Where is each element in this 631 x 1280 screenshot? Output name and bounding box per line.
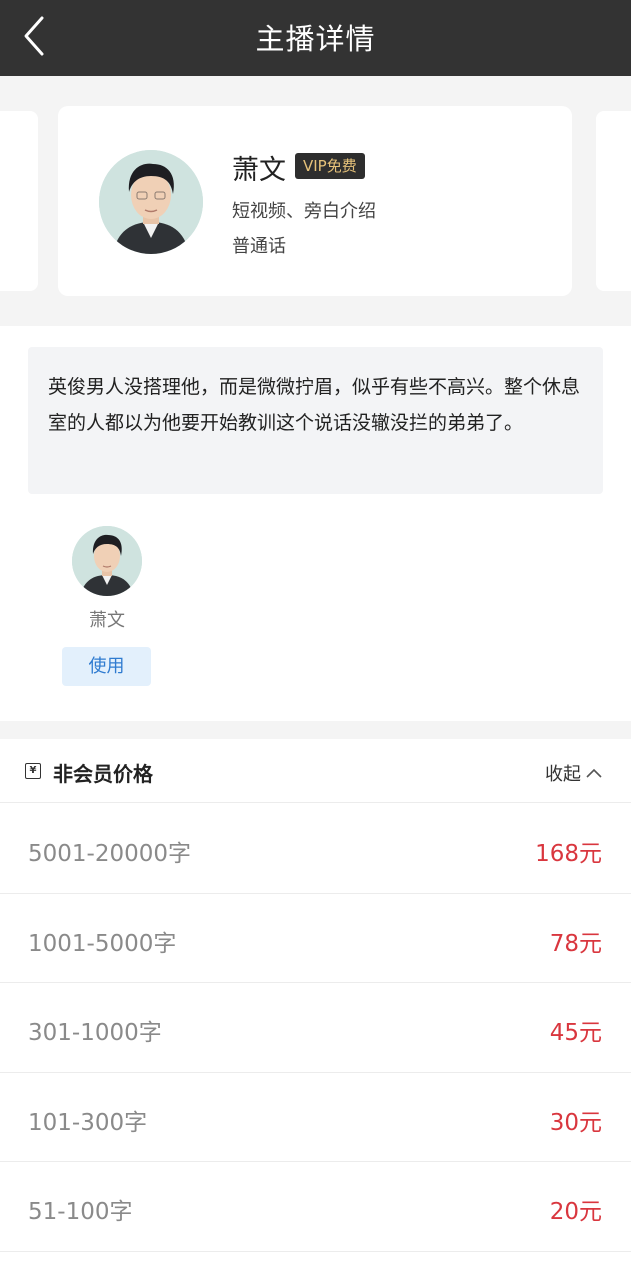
anchor-name: 萧文: [232, 155, 286, 186]
anchor-card: 萧文 VIP免费 短视频、旁白介绍 普通话: [58, 106, 572, 296]
yen-icon: ¥: [25, 763, 41, 779]
anchor-portrait-image: [99, 150, 203, 254]
voice-name: 萧文: [89, 610, 125, 631]
price-row: 101-300字 30元: [0, 1073, 631, 1162]
price-row: 5001-20000字 168元: [0, 804, 631, 894]
chevron-up-icon: [586, 768, 602, 778]
previous-anchor-card[interactable]: [0, 111, 38, 291]
word-range: 1001-5000字: [28, 930, 177, 957]
word-range: 5001-20000字: [28, 841, 191, 867]
collapse-button[interactable]: 收起: [545, 760, 603, 786]
voice-avatar: [72, 526, 142, 596]
price-value: 30元: [549, 1109, 602, 1136]
sample-text: 英俊男人没搭理他，而是微微拧眉，似乎有些不高兴。整个休息室的人都以为他要开始教训…: [28, 347, 603, 494]
anchor-tags: 短视频、旁白介绍: [232, 201, 376, 222]
word-range: 51-100字: [28, 1199, 133, 1225]
price-list: 5001-20000字 168元 1001-5000字 78元 301-1000…: [0, 804, 631, 1252]
price-value: 78元: [549, 930, 602, 957]
price-section-title: 非会员价格: [53, 762, 153, 786]
vip-badge: VIP免费: [295, 153, 365, 179]
price-value: 20元: [549, 1199, 602, 1225]
price-row: 51-100字 20元: [0, 1162, 631, 1252]
page-title: 主播详情: [255, 22, 376, 56]
word-range: 101-300字: [28, 1109, 148, 1136]
voice-option[interactable]: 萧文 使用: [62, 526, 152, 688]
price-value: 45元: [549, 1020, 602, 1046]
voice-portrait-image: [72, 526, 142, 596]
collapse-label: 收起: [545, 764, 581, 785]
top-navbar: 主播详情: [0, 0, 631, 76]
word-range: 301-1000字: [28, 1020, 162, 1046]
price-row: 1001-5000字 78元: [0, 894, 631, 983]
avatar: [99, 150, 203, 254]
anchor-language: 普通话: [232, 236, 286, 257]
price-value: 168元: [535, 841, 602, 867]
price-section-header: ¥ 非会员价格 收起: [0, 739, 631, 803]
section-divider: [0, 721, 631, 739]
use-button[interactable]: 使用: [62, 647, 151, 686]
anchor-carousel[interactable]: 萧文 VIP免费 短视频、旁白介绍 普通话: [0, 76, 631, 326]
price-row: 301-1000字 45元: [0, 983, 631, 1073]
next-anchor-card[interactable]: [596, 111, 631, 291]
